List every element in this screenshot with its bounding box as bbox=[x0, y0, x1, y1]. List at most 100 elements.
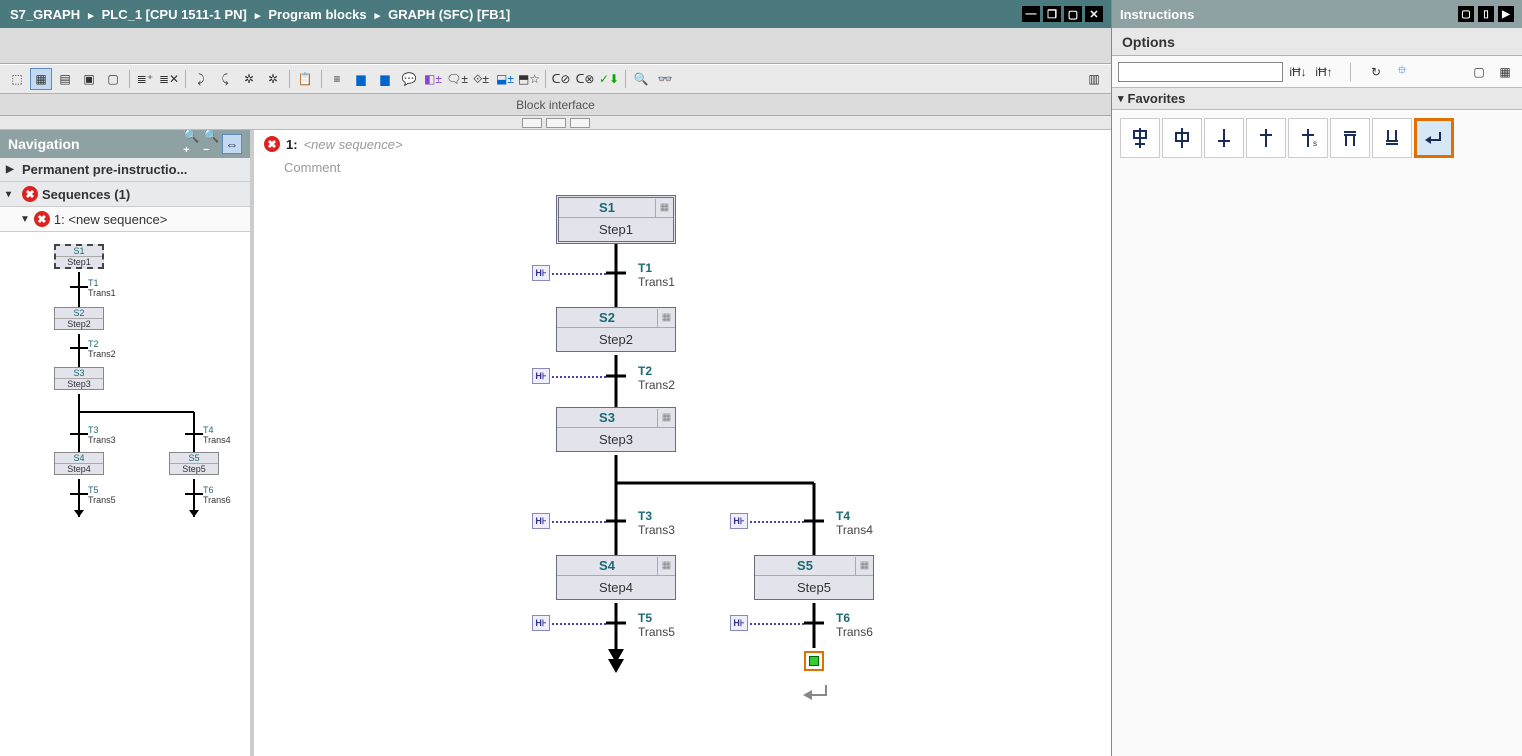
tool-9[interactable]: ⤹ bbox=[214, 68, 236, 90]
tool-17[interactable]: ◧± bbox=[422, 68, 444, 90]
interlock-icon[interactable]: H⊦ bbox=[532, 368, 550, 384]
fav-alt-branch-open-icon[interactable] bbox=[1330, 118, 1370, 158]
nav-pre-instructions[interactable]: ▶ Permanent pre-instructio... bbox=[0, 158, 250, 182]
trans-t5[interactable]: T5Trans5 bbox=[638, 611, 675, 639]
favorites-header[interactable]: ▾ Favorites bbox=[1112, 88, 1522, 110]
step-s5[interactable]: S5▦ Step5 bbox=[754, 555, 874, 600]
editor-toolbar: ⬚ ▦ ▤ ▣ ▢ ≣⁺ ≣✕ ⤸ ⤹ ✲ ✲ 📋 ≡ ▆ ▆ 💬 ◧± 🗨± … bbox=[0, 64, 1111, 94]
interlock-icon[interactable]: H⊦ bbox=[532, 615, 550, 631]
zoom-out-icon[interactable]: 🔍⁻ bbox=[202, 134, 222, 154]
tool-10[interactable]: ✲ bbox=[238, 68, 260, 90]
instructions-title: Instructions bbox=[1120, 7, 1194, 22]
nav-sequences[interactable]: ▾ ✖ Sequences (1) bbox=[0, 182, 250, 207]
tool-6[interactable]: ≣⁺ bbox=[134, 68, 156, 90]
link-icon[interactable]: ⯐ bbox=[1391, 61, 1413, 83]
tool-14[interactable]: ▆ bbox=[350, 68, 372, 90]
trans-t4[interactable]: T4Trans4 bbox=[836, 509, 873, 537]
block-interface-bar[interactable]: Block interface bbox=[0, 94, 1111, 116]
error-icon: ✖ bbox=[34, 211, 50, 227]
minimize-button[interactable]: — bbox=[1022, 6, 1040, 22]
nav-header: Navigation 🔍⁺ 🔍⁻ ⇔ bbox=[0, 130, 250, 158]
step-s1[interactable]: S1▦ Step1 bbox=[556, 195, 676, 244]
panel-expand-icon[interactable]: ▶ bbox=[1498, 6, 1514, 22]
breadcrumb-1[interactable]: PLC_1 [CPU 1511-1 PN] bbox=[102, 7, 247, 22]
tool-3[interactable]: ▤ bbox=[54, 68, 76, 90]
seq-comment[interactable]: Comment bbox=[254, 158, 1111, 183]
trans-t2[interactable]: T2Trans2 bbox=[638, 364, 675, 392]
nav-sequence-1[interactable]: ▼ ✖ 1: <new sequence> bbox=[0, 207, 250, 231]
fav-sequence-end-icon[interactable] bbox=[1414, 118, 1454, 158]
tool-23[interactable]: ᑕ⊗ bbox=[574, 68, 596, 90]
iface-tab-3[interactable] bbox=[570, 118, 590, 128]
step-s2[interactable]: S2▦ Step2 bbox=[556, 307, 676, 352]
seq-name[interactable]: <new sequence> bbox=[304, 137, 403, 152]
tool-21[interactable]: ⬒☆ bbox=[518, 68, 540, 90]
error-icon: ✖ bbox=[22, 186, 38, 202]
fav-alt-branch-close-icon[interactable] bbox=[1372, 118, 1412, 158]
interlock-icon[interactable]: H⊦ bbox=[532, 513, 550, 529]
tool-18[interactable]: 🗨± bbox=[446, 68, 468, 90]
search-input[interactable] bbox=[1118, 62, 1283, 82]
tool-5[interactable]: ▢ bbox=[102, 68, 124, 90]
fav-trans-up-icon[interactable] bbox=[1246, 118, 1286, 158]
tool-7[interactable]: ≣✕ bbox=[158, 68, 180, 90]
close-button[interactable]: ✕ bbox=[1085, 6, 1103, 22]
interface-tabs bbox=[0, 116, 1111, 130]
step-s3[interactable]: S3▦ Step3 bbox=[556, 407, 676, 452]
step-actions-icon: ▦ bbox=[655, 199, 673, 217]
tool-16[interactable]: 💬 bbox=[398, 68, 420, 90]
graph-editor[interactable]: ✖ 1: <new sequence> Comment bbox=[254, 130, 1111, 756]
breadcrumb-0[interactable]: S7_GRAPH bbox=[10, 7, 80, 22]
nav-overview[interactable]: S1Step1 S2Step2 S3Step3 S4Step4 S5Step5 … bbox=[4, 242, 246, 532]
tool-13[interactable]: ≡ bbox=[326, 68, 348, 90]
panel-icon-2[interactable]: ▯ bbox=[1478, 6, 1494, 22]
tool-15[interactable]: ▆ bbox=[374, 68, 396, 90]
jump-target[interactable] bbox=[804, 651, 824, 671]
tool-25[interactable]: 🔍 bbox=[630, 68, 652, 90]
svg-text:s: s bbox=[1313, 139, 1317, 148]
maximize-button[interactable]: ▢ bbox=[1064, 6, 1082, 22]
panel-view-2-icon[interactable]: ▦ bbox=[1494, 61, 1516, 83]
tool-8[interactable]: ⤸ bbox=[190, 68, 212, 90]
interlock-icon[interactable]: H⊦ bbox=[730, 615, 748, 631]
trans-t1[interactable]: T1Trans1 bbox=[638, 261, 675, 289]
navigation-panel: Navigation 🔍⁺ 🔍⁻ ⇔ ▶ Permanent pre-instr… bbox=[0, 130, 254, 756]
interlock-icon[interactable]: H⊦ bbox=[532, 265, 550, 281]
fav-sim-branch-icon[interactable]: s bbox=[1288, 118, 1328, 158]
tool-11[interactable]: ✲ bbox=[262, 68, 284, 90]
favorites-row: s bbox=[1112, 110, 1522, 166]
step-s4[interactable]: S4▦ Step4 bbox=[556, 555, 676, 600]
panel-view-1-icon[interactable]: ▢ bbox=[1468, 61, 1490, 83]
tool-1[interactable]: ⬚ bbox=[6, 68, 28, 90]
panel-icon-1[interactable]: ▢ bbox=[1458, 6, 1474, 22]
fit-view-icon[interactable]: ⇔ bbox=[222, 134, 242, 154]
trans-t6[interactable]: T6Trans6 bbox=[836, 611, 873, 639]
refresh-icon[interactable]: ↻ bbox=[1365, 61, 1387, 83]
iface-tab-1[interactable] bbox=[522, 118, 542, 128]
tool-22[interactable]: ᑕ⊘ bbox=[550, 68, 572, 90]
breadcrumb-3[interactable]: GRAPH (SFC) [FB1] bbox=[388, 7, 510, 22]
tool-24[interactable]: ✓⬇ bbox=[598, 68, 620, 90]
sort-asc-icon[interactable]: iĦ↓ bbox=[1287, 61, 1309, 83]
titlebar: S7_GRAPH PLC_1 [CPU 1511-1 PN] Program b… bbox=[0, 0, 1111, 28]
options-header[interactable]: Options bbox=[1112, 28, 1522, 56]
fav-step-trans-icon[interactable] bbox=[1120, 118, 1160, 158]
fav-trans-down-icon[interactable] bbox=[1204, 118, 1244, 158]
tool-26[interactable]: 👓 bbox=[654, 68, 676, 90]
interlock-icon[interactable]: H⊦ bbox=[730, 513, 748, 529]
trans-t3[interactable]: T3Trans3 bbox=[638, 509, 675, 537]
restore-button[interactable]: ❐ bbox=[1043, 6, 1061, 22]
tool-12[interactable]: 📋 bbox=[294, 68, 316, 90]
tool-2[interactable]: ▦ bbox=[30, 68, 52, 90]
tool-27[interactable]: ▥ bbox=[1083, 68, 1105, 90]
tool-4[interactable]: ▣ bbox=[78, 68, 100, 90]
zoom-in-icon[interactable]: 🔍⁺ bbox=[182, 134, 202, 154]
tool-19[interactable]: ⟐± bbox=[470, 68, 492, 90]
fav-step-icon[interactable] bbox=[1162, 118, 1202, 158]
breadcrumb-2[interactable]: Program blocks bbox=[268, 7, 366, 22]
tool-20[interactable]: ⬓± bbox=[494, 68, 516, 90]
iface-tab-2[interactable] bbox=[546, 118, 566, 128]
instructions-panel: Instructions ▢ ▯ ▶ Options iĦ↓ iĦ↑ ↻ ⯐ ▢… bbox=[1112, 0, 1522, 756]
seq-number: 1: bbox=[286, 137, 298, 152]
sort-desc-icon[interactable]: iĦ↑ bbox=[1313, 61, 1335, 83]
